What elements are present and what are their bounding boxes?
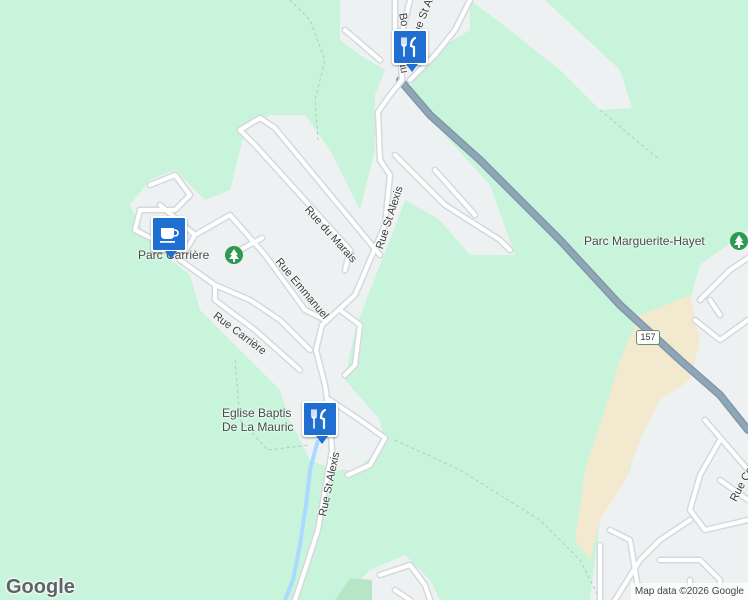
google-logo[interactable]: Google bbox=[6, 576, 75, 599]
restaurant-marker-south[interactable] bbox=[302, 401, 338, 444]
restaurant-marker-north[interactable] bbox=[392, 29, 428, 72]
street-label-bo: Bo bbox=[396, 12, 411, 28]
map-canvas[interactable] bbox=[0, 0, 748, 600]
restaurant-icon bbox=[401, 36, 417, 58]
cafe-icon bbox=[160, 228, 179, 243]
tree-icon bbox=[225, 246, 243, 264]
restaurant-icon bbox=[311, 408, 327, 430]
route-shield-157: 157 bbox=[636, 330, 660, 345]
place-label-eglise-line1[interactable]: Eglise Baptis bbox=[222, 406, 291, 420]
cafe-marker[interactable] bbox=[151, 216, 187, 259]
park-label-parc-marguerite-hayet[interactable]: Parc Marguerite-Hayet bbox=[584, 234, 705, 248]
place-label-eglise-line2[interactable]: De La Mauric bbox=[222, 420, 293, 434]
tree-icon bbox=[730, 232, 748, 250]
map-attribution[interactable]: Map data ©2026 Google bbox=[630, 583, 748, 600]
